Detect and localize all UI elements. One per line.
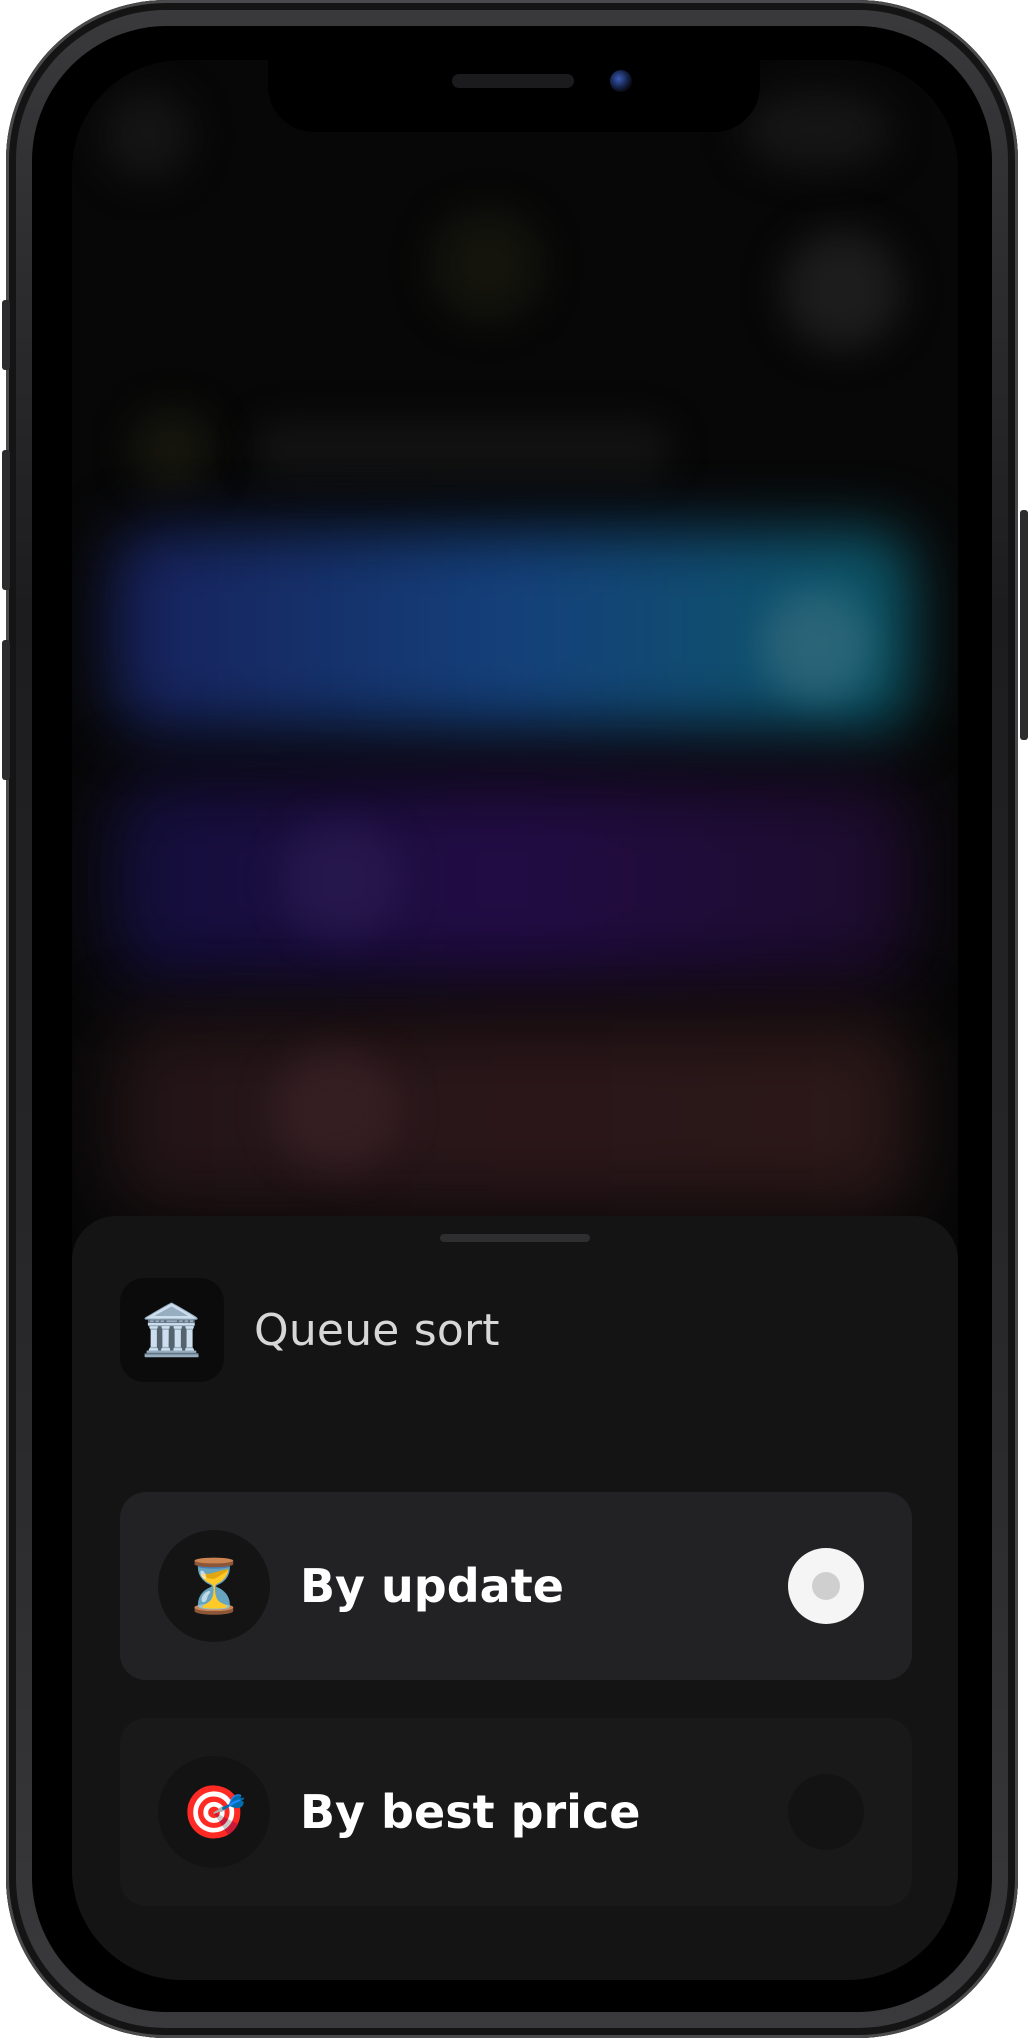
blurred-search-bar — [252, 420, 672, 480]
volume-down-button — [2, 640, 10, 780]
option-label: By best price — [300, 1785, 641, 1839]
blurred-card-highlight — [762, 590, 872, 700]
volume-up-button — [2, 450, 10, 590]
header-emoji: 🏛️ — [140, 1300, 204, 1359]
blurred-card-purple — [112, 780, 912, 980]
radio-button-selected[interactable] — [788, 1548, 864, 1624]
blurred-logo — [432, 210, 542, 320]
power-button — [1020, 510, 1028, 740]
blurred-card-brown — [112, 1020, 912, 1210]
screen: 🏛️ Queue sort ⏳ By update 🎯 By best pric… — [72, 60, 958, 1980]
sort-option-by-best-price[interactable]: 🎯 By best price — [120, 1718, 912, 1906]
option-label: By update — [300, 1559, 564, 1613]
target-dart-icon: 🎯 — [158, 1756, 270, 1868]
blurred-card-purple-dot — [282, 820, 402, 940]
option-emoji: 🎯 — [181, 1782, 247, 1843]
blurred-avatar — [102, 90, 192, 180]
notch — [268, 58, 760, 132]
blurred-icon — [742, 90, 892, 170]
front-camera — [610, 70, 632, 92]
blurred-badge — [132, 410, 212, 490]
mute-switch — [2, 300, 10, 370]
blurred-card-brown-dot — [272, 1050, 402, 1170]
sheet-title: Queue sort — [254, 1304, 500, 1356]
sort-bottom-sheet: 🏛️ Queue sort ⏳ By update 🎯 By best pric… — [72, 1216, 958, 1980]
speaker-grille — [452, 74, 574, 88]
hourglass-icon: ⏳ — [158, 1530, 270, 1642]
radio-dot — [812, 1572, 840, 1600]
bank-building-icon: 🏛️ — [120, 1278, 224, 1382]
sheet-header: 🏛️ Queue sort — [120, 1278, 500, 1382]
sort-option-by-update[interactable]: ⏳ By update — [120, 1492, 912, 1680]
blurred-button — [782, 230, 902, 350]
radio-button-unselected[interactable] — [788, 1774, 864, 1850]
option-emoji: ⏳ — [181, 1556, 247, 1617]
sheet-grabber-handle[interactable] — [440, 1234, 590, 1242]
